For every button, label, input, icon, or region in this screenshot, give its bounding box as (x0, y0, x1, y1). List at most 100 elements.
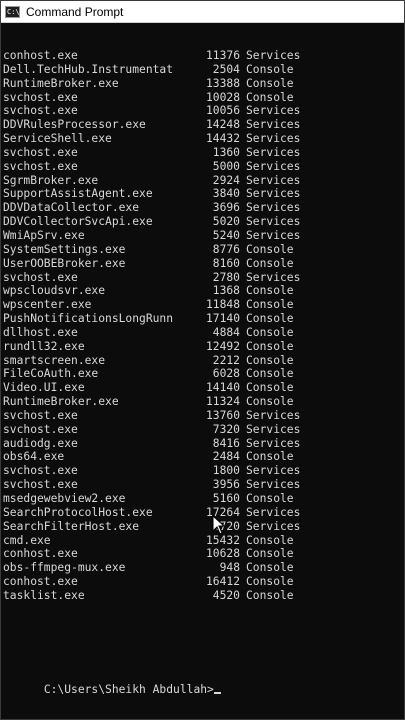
process-name: conhost.exe (3, 49, 78, 62)
process-row: svchost.exe 13760 Services (3, 409, 404, 423)
process-row: svchost.exe 10056 Services (3, 104, 404, 118)
process-row: svchost.exe 10028 Console (3, 91, 404, 105)
title-bar[interactable]: C:\ Command Prompt (1, 1, 404, 23)
process-row: obs64.exe 2484 Console (3, 450, 404, 464)
process-name: smartscreen.exe (3, 353, 106, 367)
process-name: rundll32.exe (3, 339, 85, 353)
process-session: Console (246, 533, 294, 547)
process-name: WmiApSrv.exe (3, 228, 85, 242)
process-name: obs-ffmpeg-mux.exe (3, 561, 126, 575)
process-name: obs64.exe (3, 450, 65, 464)
process-name: SystemSettings.exe (3, 242, 126, 256)
process-row: obs-ffmpeg-mux.exe 948 Console (3, 561, 404, 575)
process-row: conhost.exe 10628 Console (3, 547, 404, 561)
process-pid: 5160 (212, 492, 240, 505)
process-session: Console (246, 76, 294, 90)
process-session: Services (246, 505, 301, 519)
process-session: Services (246, 436, 301, 450)
process-name: conhost.exe (3, 575, 78, 589)
prompt-line[interactable]: C:\Users\Sheikh Abdullah> (3, 669, 404, 696)
process-session: Console (246, 312, 294, 326)
process-pid: 5000 (212, 159, 240, 173)
process-name: Dell.TechHub.Instrumentat (3, 62, 174, 76)
process-pid: 12492 (205, 339, 240, 353)
process-pid: 3956 (212, 478, 240, 492)
process-session: Services (246, 422, 301, 436)
process-pid: 3696 (212, 201, 240, 215)
command-prompt-text: C:\Users\Sheikh Abdullah> (43, 682, 214, 696)
process-name: tasklist.exe (3, 588, 85, 602)
process-name: svchost.exe (3, 464, 78, 478)
process-session: Console (246, 367, 294, 381)
process-pid: 4884 (212, 325, 240, 339)
process-name: SearchFilterHost.exe (3, 519, 140, 533)
process-pid: 13388 (205, 76, 240, 90)
process-pid: 10028 (205, 90, 240, 104)
process-session: Services (246, 187, 301, 201)
process-row: UserOOBEBroker.exe 8160 Console (3, 257, 404, 271)
process-session: Console (246, 353, 294, 367)
process-name: wpscenter.exe (3, 298, 92, 312)
text-cursor (213, 691, 221, 694)
console-output[interactable]: conhost.exe 11376 Services Dell.TechHub.Ins… (3, 23, 404, 719)
process-session: Console (246, 90, 294, 104)
process-name: UserOOBEBroker.exe (3, 256, 126, 270)
process-name: SgrmBroker.exe (3, 173, 99, 187)
process-pid: 2504 (212, 62, 240, 76)
process-pid: 2780 (212, 270, 240, 284)
process-row: cmd.exe 15432 Console (3, 534, 404, 548)
process-session: Services (246, 228, 301, 242)
process-session: Console (246, 62, 294, 76)
process-pid: 1800 (212, 464, 240, 478)
process-name: DDVCollectorSvcApi.exe (3, 215, 153, 229)
process-row: tasklist.exe 4520 Console (3, 589, 404, 603)
process-pid: 8776 (212, 242, 240, 256)
process-pid: 1368 (212, 284, 240, 298)
process-pid: 2484 (212, 450, 240, 464)
process-name: PushNotificationsLongRunn (3, 312, 174, 326)
process-session: Console (246, 256, 294, 270)
process-row: FileCoAuth.exe 6028 Console (3, 367, 404, 381)
process-row: svchost.exe 1360 Services (3, 146, 404, 160)
process-pid: 2924 (212, 173, 240, 187)
process-name: Video.UI.exe (3, 381, 85, 395)
process-row: SystemSettings.exe 8776 Console (3, 243, 404, 257)
process-session: Services (246, 145, 301, 159)
process-name: svchost.exe (3, 422, 78, 436)
process-row: SgrmBroker.exe 2924 Services (3, 174, 404, 188)
process-session: Console (246, 547, 294, 561)
command-prompt-window[interactable]: C:\ Command Prompt conhost.exe 11376 Servi… (0, 0, 405, 720)
process-session: Console (246, 298, 294, 312)
process-row: SupportAssistAgent.exe 3840 Services (3, 187, 404, 201)
process-name: SupportAssistAgent.exe (3, 187, 153, 201)
process-pid: 1360 (212, 145, 240, 159)
process-pid: 948 (219, 561, 240, 575)
process-row: PushNotificationsLongRunn 17140 Console (3, 312, 404, 326)
process-name: wpscloudsvr.exe (3, 284, 106, 298)
process-pid: 14140 (205, 381, 240, 395)
process-pid: 17140 (205, 312, 240, 326)
process-row: svchost.exe 5000 Services (3, 160, 404, 174)
process-session: Console (246, 284, 294, 298)
process-name: RuntimeBroker.exe (3, 395, 119, 409)
process-pid: 11324 (205, 395, 240, 409)
process-row: dllhost.exe 4884 Console (3, 326, 404, 340)
process-row: DDVRulesProcessor.exe 14248 Services (3, 118, 404, 132)
process-row: conhost.exe 16412 Console (3, 575, 404, 589)
process-session: Services (246, 464, 301, 478)
process-name: DDVRulesProcessor.exe (3, 118, 146, 132)
process-session: Services (246, 104, 301, 118)
process-row: conhost.exe 11376 Services (3, 49, 404, 63)
process-session: Console (246, 450, 294, 464)
process-name: cmd.exe (3, 533, 51, 547)
process-row: ServiceShell.exe 14432 Services (3, 132, 404, 146)
process-session: Services (246, 159, 301, 173)
process-pid: 5240 (212, 228, 240, 242)
process-row: msedgewebview2.exe 5160 Console (3, 492, 404, 506)
process-pid: 10056 (205, 104, 240, 118)
process-name: audiodg.exe (3, 436, 78, 450)
process-row: smartscreen.exe 2212 Console (3, 354, 404, 368)
process-name: svchost.exe (3, 90, 78, 104)
process-pid: 2212 (212, 353, 240, 367)
